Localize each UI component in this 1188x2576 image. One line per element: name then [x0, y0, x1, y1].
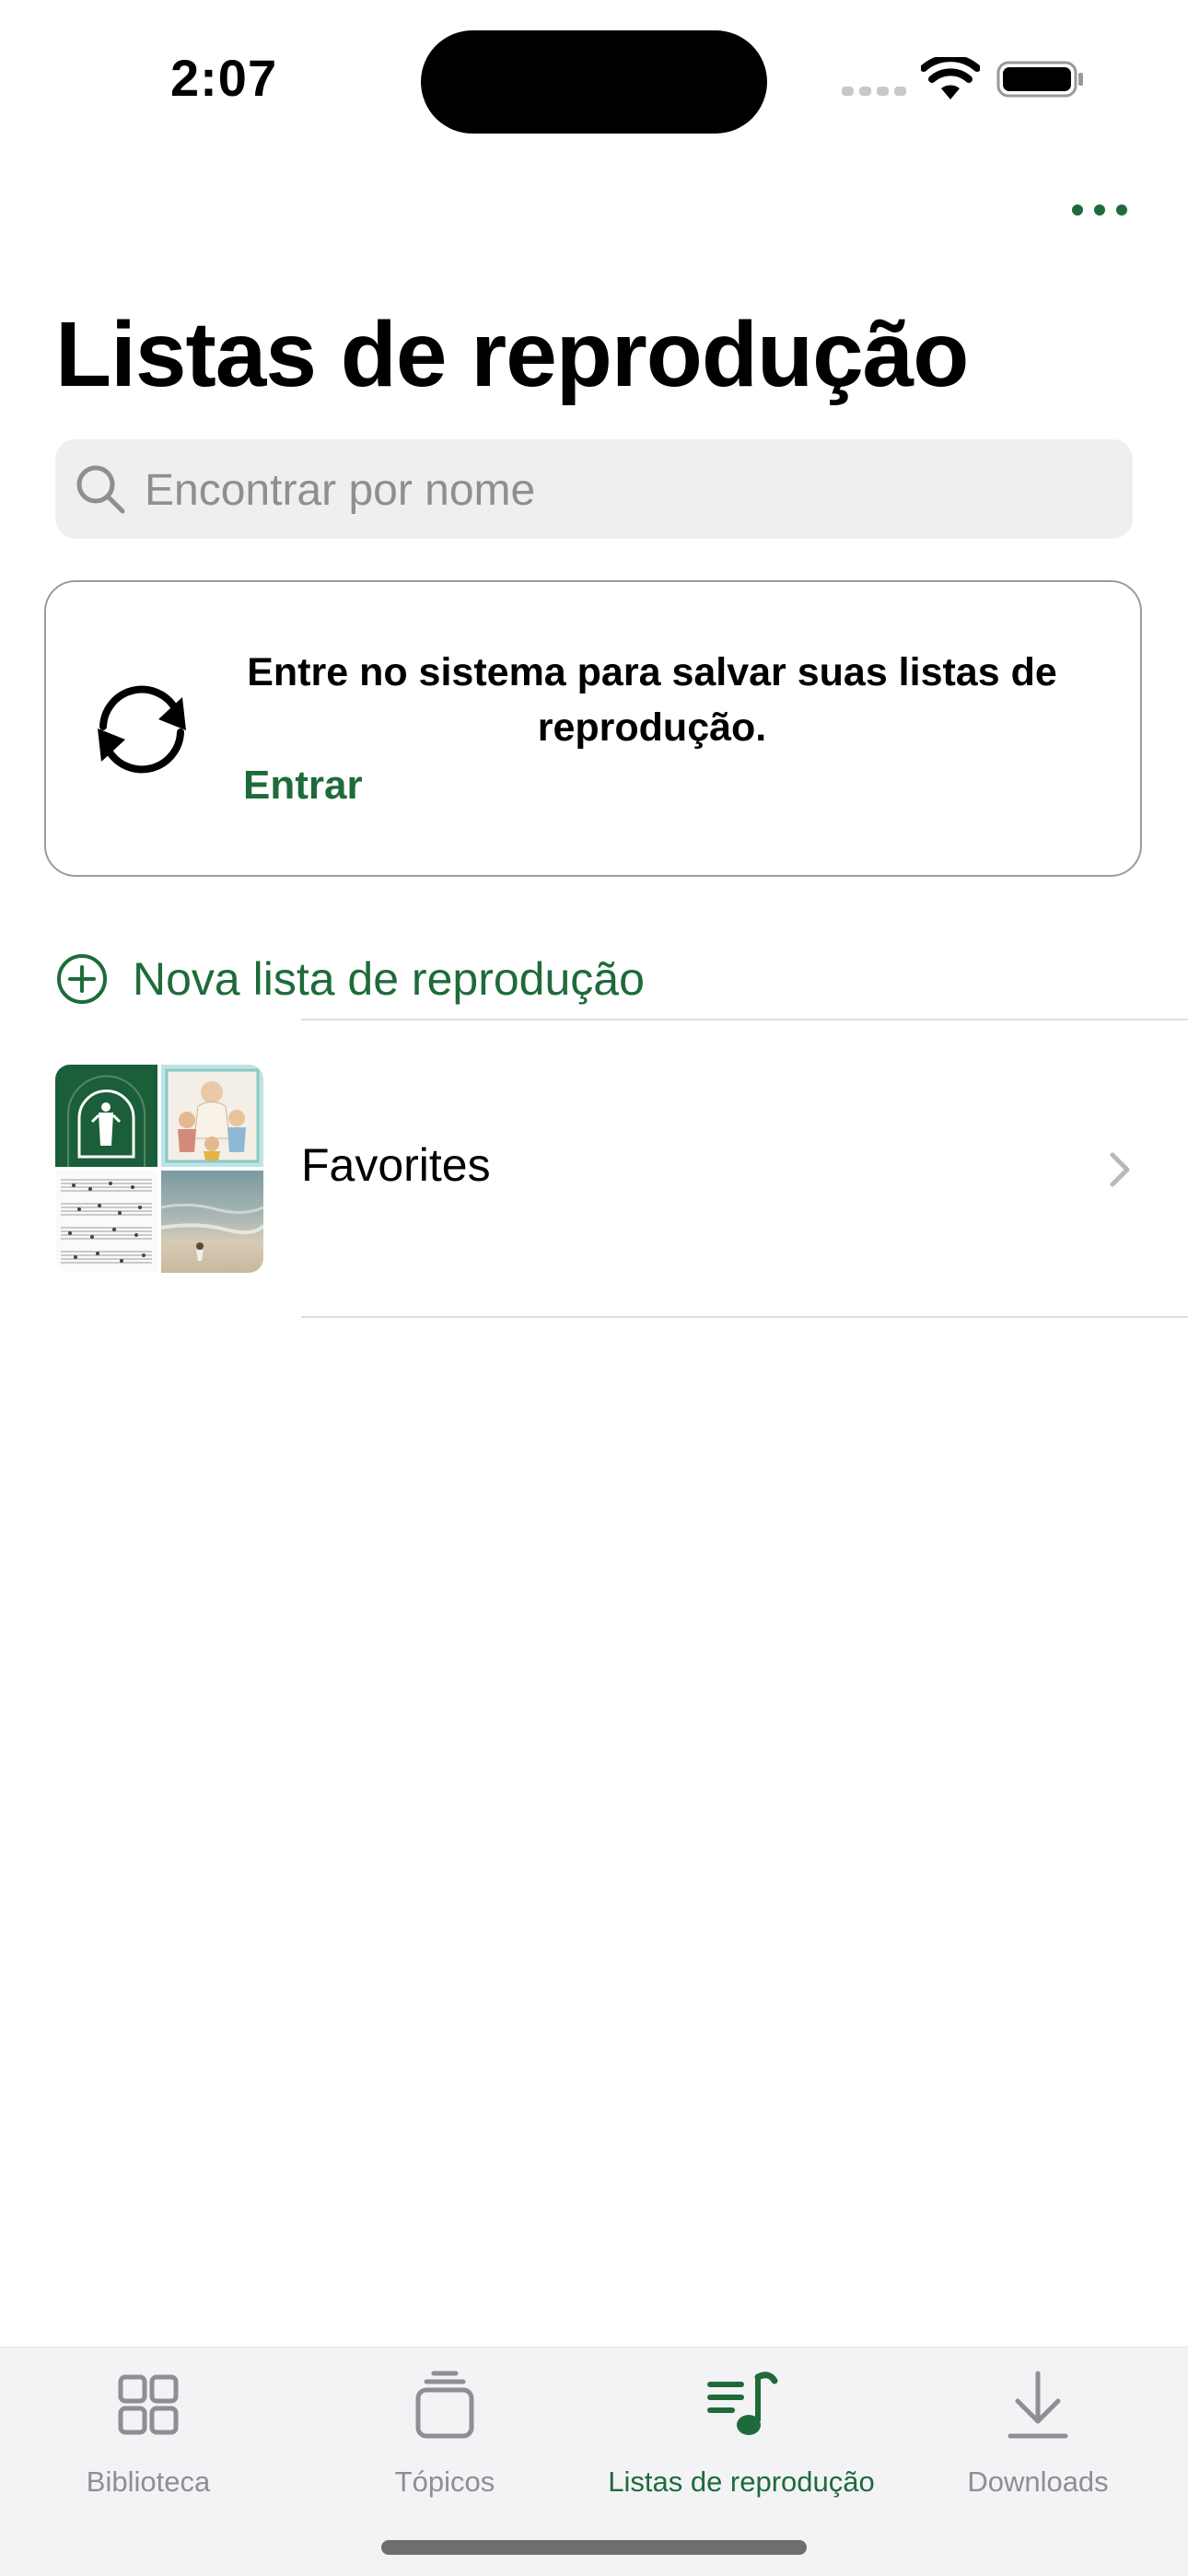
signin-card: Entre no sistema para salvar suas listas… [44, 580, 1142, 877]
tab-label: Biblioteca [86, 2465, 211, 2498]
battery-icon [996, 61, 1083, 98]
playlist-music-icon [707, 2372, 778, 2435]
cellular-signal-icon [842, 87, 906, 96]
beach-photo-image [161, 1171, 263, 1273]
grid-icon [118, 2374, 179, 2435]
signin-message: Entre no sistema para salvar suas listas… [247, 650, 1057, 750]
new-playlist-button[interactable]: Nova lista de reprodução [55, 947, 645, 1011]
divider [301, 1316, 1188, 1318]
search-icon [76, 465, 125, 514]
church-logo-image [55, 1065, 157, 1167]
tab-listas-de-reproducao[interactable]: Listas de reprodução [593, 2348, 890, 2498]
chevron-right-icon [1110, 1152, 1130, 1187]
home-indicator [381, 2540, 807, 2555]
status-time: 2:07 [170, 49, 278, 107]
tab-biblioteca[interactable]: Biblioteca [0, 2348, 297, 2498]
new-playlist-label: Nova lista de reprodução [133, 953, 645, 1005]
playlist-name: Favorites [301, 1139, 491, 1191]
stack-icon [415, 2371, 474, 2439]
tab-topicos[interactable]: Tópicos [297, 2348, 593, 2498]
wifi-icon [921, 57, 980, 99]
tab-label: Listas de reprodução [608, 2465, 875, 2498]
tab-label: Downloads [967, 2465, 1109, 2498]
tab-downloads[interactable]: Downloads [890, 2348, 1186, 2498]
playlist-thumbnail [55, 1065, 263, 1273]
playlist-row[interactable]: Favorites [0, 1020, 1188, 1317]
more-options-icon[interactable] [1063, 192, 1136, 228]
tab-label: Tópicos [394, 2465, 495, 2498]
plus-circle-icon [57, 954, 107, 1004]
sync-icon [98, 685, 186, 774]
children-artwork-image [161, 1065, 263, 1167]
signin-link[interactable]: Entrar [243, 763, 363, 809]
sheet-music-image [55, 1171, 157, 1273]
dynamic-island [421, 30, 767, 134]
download-icon [1007, 2371, 1068, 2439]
search-bar[interactable] [55, 439, 1133, 541]
search-input[interactable] [143, 439, 1113, 541]
page-title: Listas de reprodução [55, 303, 969, 406]
